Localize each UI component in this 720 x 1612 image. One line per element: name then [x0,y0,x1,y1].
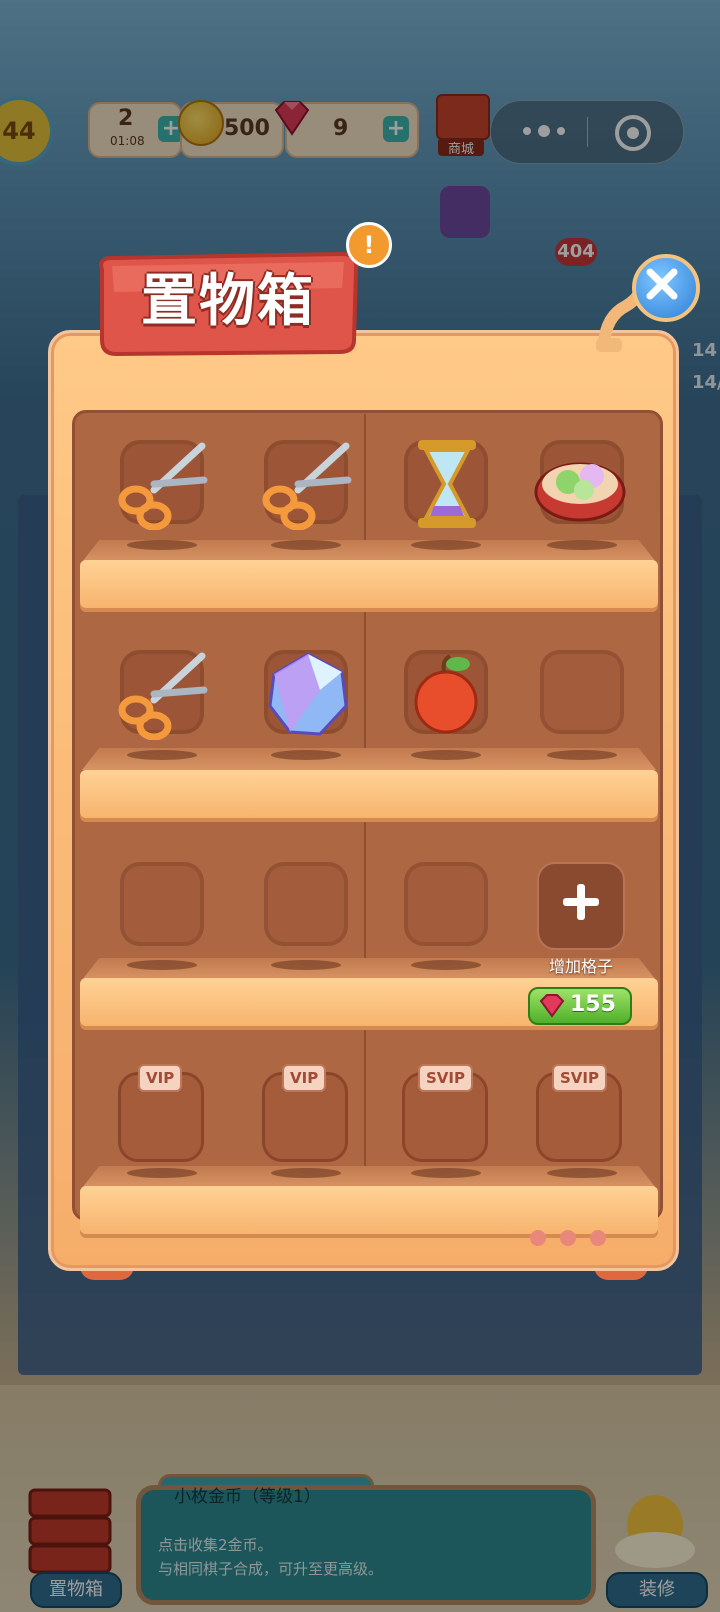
empty-storage-slot[interactable] [264,862,348,946]
empty-storage-slot[interactable] [120,862,204,946]
shelf-board [80,1186,658,1234]
flower-cake-plate-icon[interactable] [532,440,628,526]
close-button[interactable] [632,254,700,322]
slot-shadow [411,1168,481,1178]
buy-slot-price: 155 [570,992,616,1017]
slot-shadow [411,750,481,760]
shelf-board [80,560,658,608]
page-dot[interactable] [530,1230,546,1246]
empty-storage-slot[interactable] [404,862,488,946]
slot-shadow [127,1168,197,1178]
slot-shadow [127,960,197,970]
svip-tag: SVIP [418,1064,473,1092]
slot-shadow [547,540,617,550]
crystal-gem-icon[interactable] [264,650,352,738]
svip-tag: SVIP [552,1064,607,1092]
slot-shadow [547,750,617,760]
slot-shadow [547,1168,617,1178]
vip-tag: VIP [282,1064,327,1092]
vip-tag: VIP [138,1064,183,1092]
slot-shadow [271,540,341,550]
add-slot-button[interactable] [537,862,625,950]
slot-shadow [127,750,197,760]
close-icon [646,268,678,300]
scissors-icon[interactable] [258,440,354,530]
plus-icon [563,884,599,920]
shelf-board [80,770,658,818]
alert-icon[interactable]: ! [346,222,392,268]
page-dot[interactable] [560,1230,576,1246]
slot-shadow [411,540,481,550]
slot-shadow [271,750,341,760]
slot-shadow [411,960,481,970]
storage-title: 置物箱 [141,269,315,334]
apple-icon[interactable] [406,650,486,736]
page-dot[interactable] [590,1230,606,1246]
scissors-icon[interactable] [114,650,210,740]
slot-shadow [271,1168,341,1178]
empty-storage-slot[interactable] [540,650,624,734]
buy-slot-button[interactable]: 155 [528,987,632,1025]
scissors-icon[interactable] [114,440,210,530]
hourglass-icon[interactable] [412,436,482,532]
add-slot-label: 增加格子 [548,957,613,976]
ruby-gem-icon [539,994,565,1018]
slot-shadow [127,540,197,550]
slot-shadow [271,960,341,970]
